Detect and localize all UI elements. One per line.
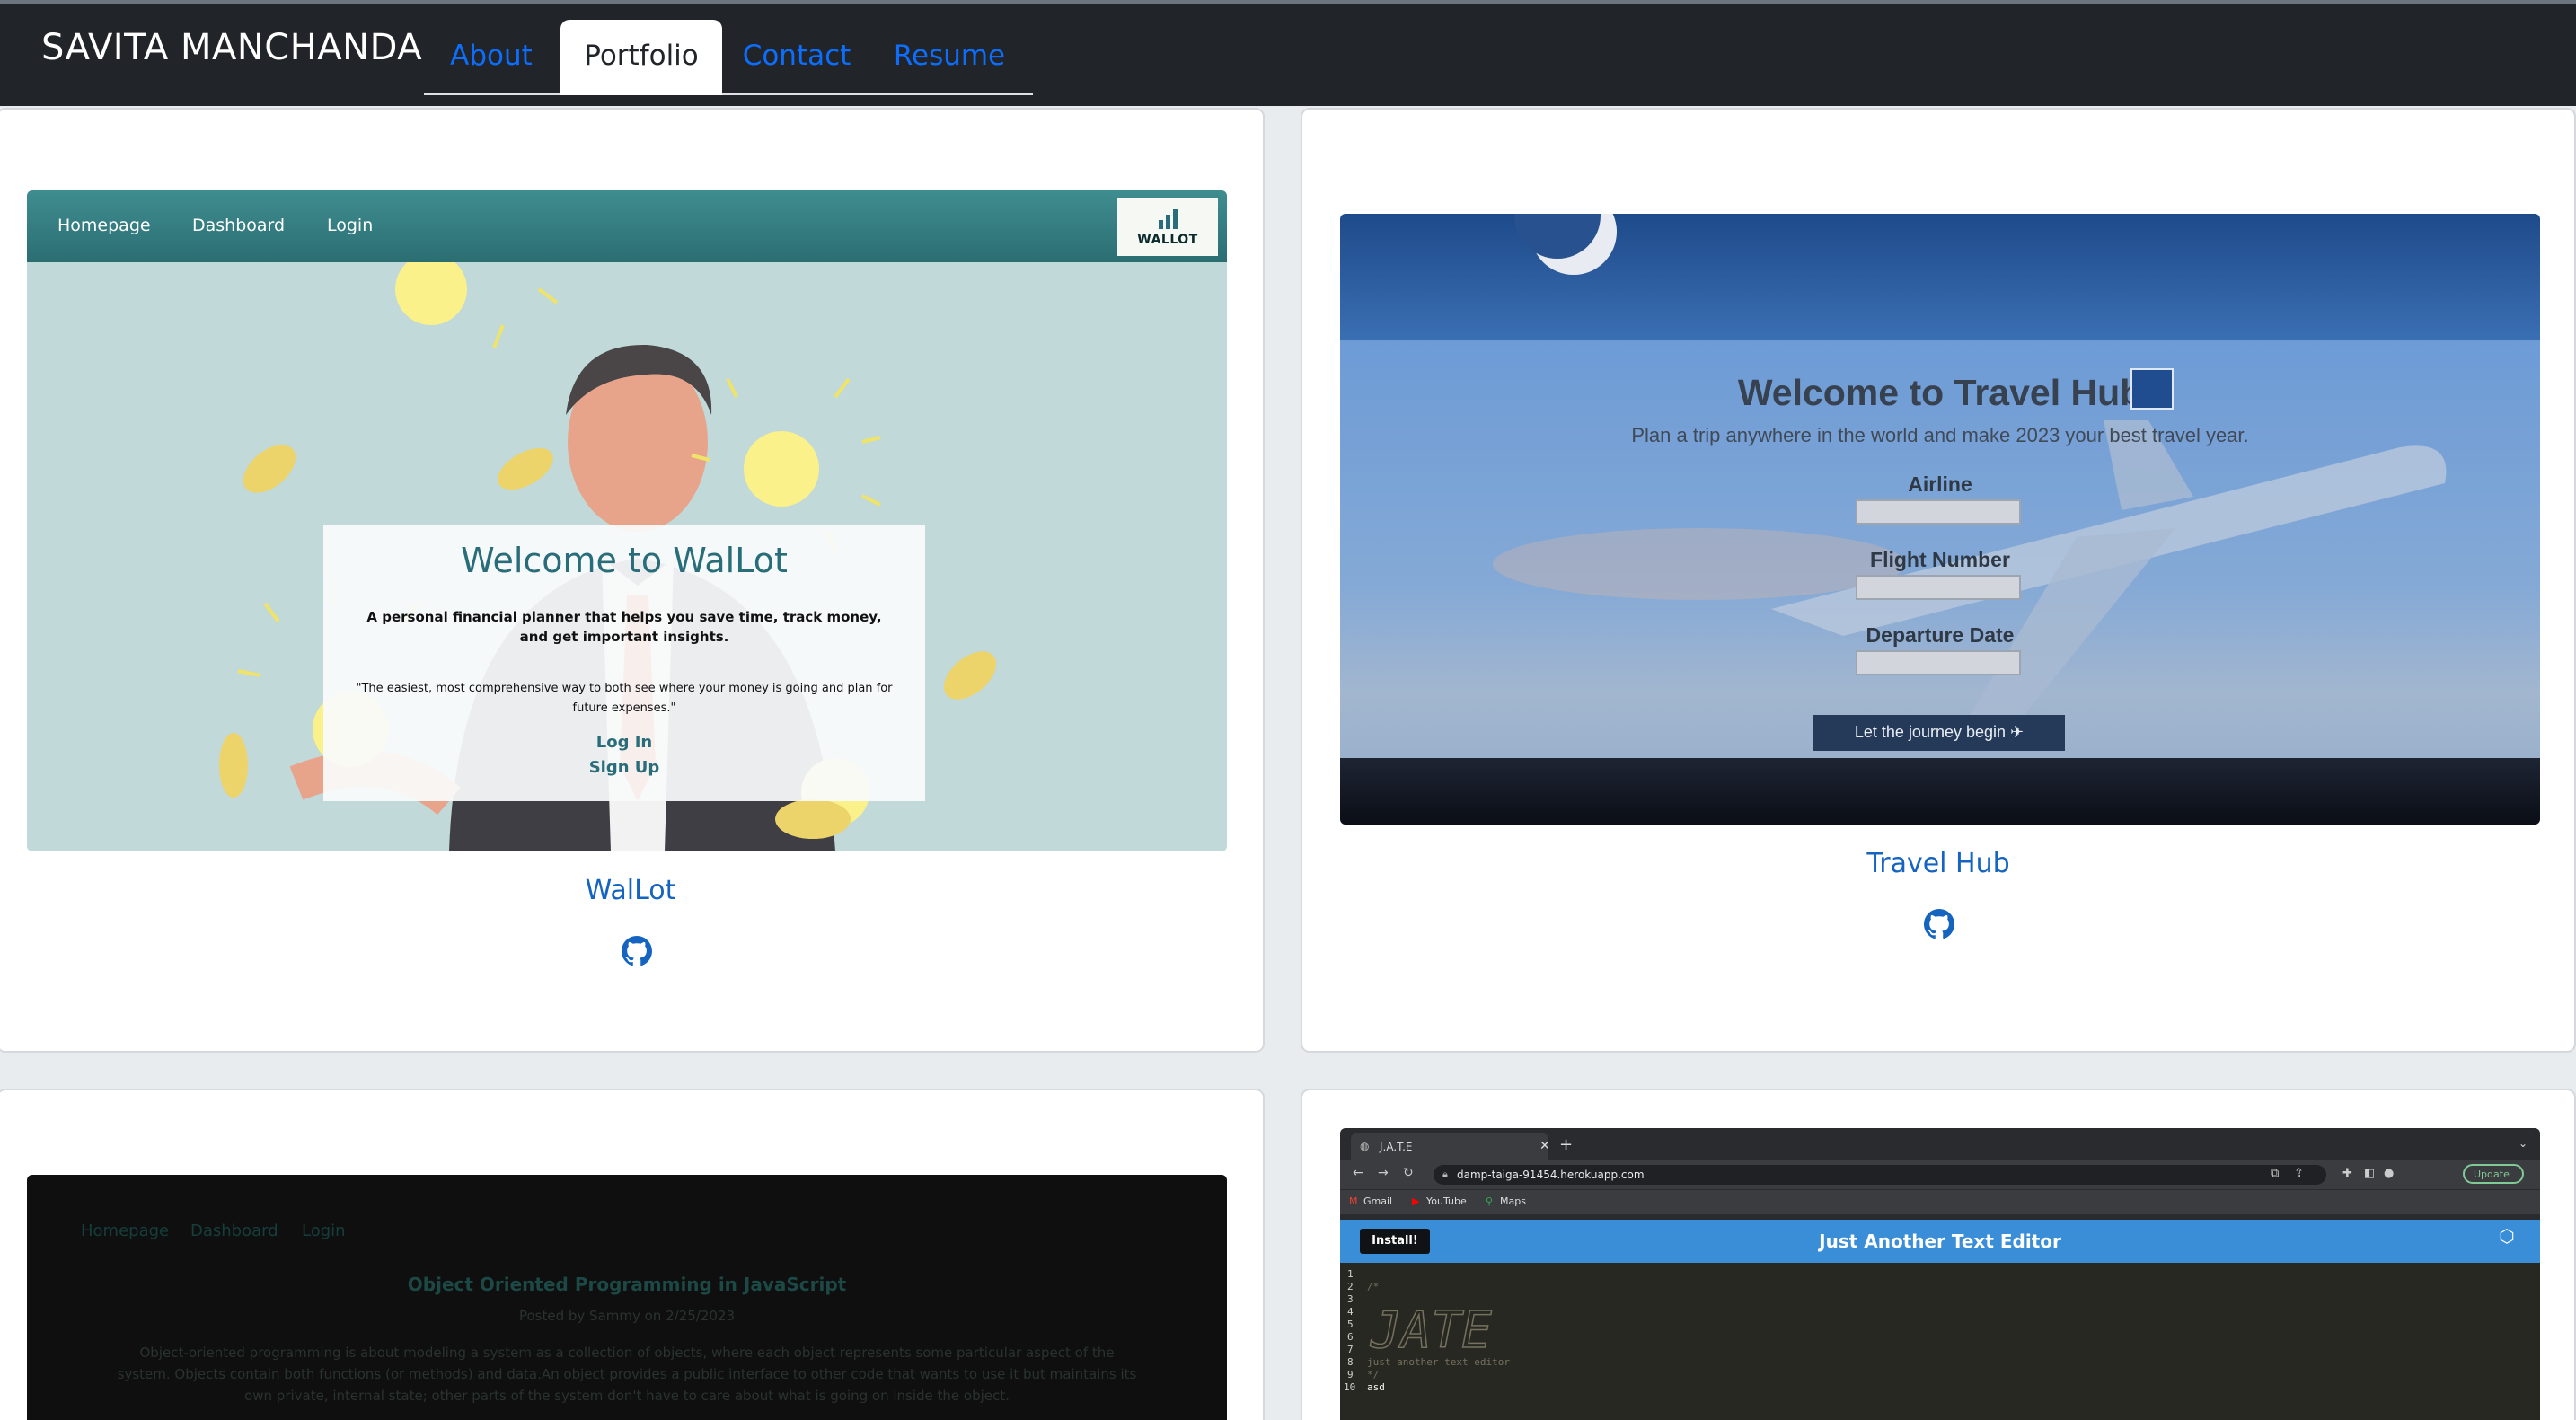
share-icon: ⇪	[2294, 1167, 2304, 1180]
wallot-heading: Welcome to WalLot	[461, 541, 788, 580]
site-header: SAVITA MANCHANDA About Portfolio Contact…	[0, 0, 2576, 106]
profile-icon: ●	[2384, 1167, 2395, 1180]
line-number: 8	[1347, 1356, 1354, 1368]
jate-header: Install! Just Another Text Editor ⬡	[1340, 1220, 2540, 1263]
blog-nav-login: Login	[302, 1222, 346, 1240]
airline-label: Airline	[1908, 472, 1972, 496]
jate-title: Just Another Text Editor	[1819, 1230, 2061, 1252]
departure-date-label: Departure Date	[1866, 623, 2015, 647]
bookmark-maps: Maps	[1500, 1195, 1526, 1207]
line-number: 9	[1347, 1369, 1354, 1380]
line-number: 2	[1347, 1281, 1354, 1292]
open-external-icon: ⧉	[2271, 1167, 2280, 1180]
tab-resume[interactable]: Resume	[877, 20, 1022, 95]
line-number: 7	[1347, 1344, 1354, 1355]
wallot-signup-link: Sign Up	[588, 758, 660, 777]
browser-tab-title: J.A.T.E	[1380, 1141, 1413, 1153]
flight-number-input	[1856, 575, 2021, 600]
bookmarks-bar: M Gmail ▶ YouTube ⚲ Maps	[1340, 1189, 2540, 1214]
lock-icon: 🔒︎	[1442, 1169, 1448, 1180]
moon	[1514, 214, 1617, 275]
close-icon: ✕	[1539, 1139, 1550, 1153]
github-icon[interactable]	[1924, 909, 1954, 939]
blog-nav-dashboard: Dashboard	[190, 1222, 278, 1240]
code-line: just another text editor	[1367, 1356, 1510, 1368]
blog-post-body: Object-oriented programming is about mod…	[117, 1345, 1137, 1404]
wallot-login-link: Log In	[595, 733, 653, 752]
code-editor: 1 2 3 4 5 6 7 8 9 10 /* JATE just anothe…	[1340, 1263, 2540, 1420]
project-card-travel-hub: Welcome to Travel Hub Plan a trip anywhe…	[1301, 108, 2576, 1053]
line-number: 10	[1344, 1381, 1356, 1393]
wallot-logo: WALLOT	[1117, 198, 1218, 256]
browser-toolbar: ← → ↻ 🔒︎ damp-taiga-91454.herokuapp.com …	[1340, 1160, 2540, 1189]
reload-icon: ↻	[1403, 1166, 1414, 1180]
line-number: 4	[1347, 1306, 1354, 1318]
travel-heading: Welcome to Travel Hub	[1737, 372, 2143, 413]
maps-icon: ⚲	[1486, 1195, 1494, 1207]
line-number: 5	[1347, 1319, 1354, 1330]
line-number: 3	[1347, 1293, 1354, 1305]
code-line: /*	[1367, 1281, 1380, 1292]
line-number: 6	[1347, 1331, 1354, 1343]
svg-text:JATE: JATE	[1370, 1302, 1492, 1356]
address-bar-url: damp-taiga-91454.herokuapp.com	[1457, 1169, 1645, 1181]
code-line: asd	[1367, 1381, 1385, 1393]
forward-icon: →	[1378, 1166, 1389, 1180]
browser-window: ◍ J.A.T.E ✕ + ⌄ ← → ↻ 🔒︎ damp-taiga-9145…	[1340, 1128, 2540, 1420]
browser-tab: ◍ J.A.T.E ✕	[1351, 1133, 1550, 1160]
bookmark-gmail: Gmail	[1363, 1195, 1393, 1207]
departure-date-input	[1856, 650, 2021, 675]
airline-input	[1856, 499, 2021, 525]
wallot-nav-homepage: Homepage	[57, 216, 151, 235]
blog-post-title: Object Oriented Programming in JavaScrip…	[407, 1274, 847, 1295]
back-icon: ←	[1353, 1166, 1363, 1180]
wallot-logo-text: WALLOT	[1137, 233, 1198, 247]
wallot-welcome-panel: Welcome to WalLot A personal financial p…	[323, 525, 925, 801]
line-number: 1	[1347, 1268, 1354, 1280]
github-icon[interactable]	[622, 936, 652, 966]
wallot-nav-dashboard: Dashboard	[192, 216, 286, 235]
address-bar: 🔒︎ damp-taiga-91454.herokuapp.com	[1434, 1165, 2326, 1185]
update-label: Update	[2474, 1169, 2510, 1180]
wallot-nav-login: Login	[327, 216, 374, 235]
code-line: */	[1367, 1369, 1380, 1380]
project-card-wallot: Welcome to WalLot A personal financial p…	[0, 108, 1265, 1053]
extensions-icon: ✚	[2342, 1167, 2352, 1180]
blog-post-meta: Posted by Sammy on 2/25/2023	[518, 1308, 735, 1324]
tab-portfolio[interactable]: Portfolio	[560, 20, 722, 95]
wallot-hero: Welcome to WalLot A personal financial p…	[27, 262, 1227, 851]
project-screenshot-travel-hub[interactable]: Welcome to Travel Hub Plan a trip anywhe…	[1340, 214, 2540, 825]
youtube-icon: ▶	[1412, 1195, 1420, 1207]
wallot-subheading: A personal financial planner that helps …	[366, 609, 882, 645]
bookmark-youtube: YouTube	[1426, 1195, 1467, 1207]
project-screenshot-jate[interactable]: ◍ J.A.T.E ✕ + ⌄ ← → ↻ 🔒︎ damp-taiga-9145…	[1340, 1128, 2540, 1420]
wallot-quote: "The easiest, most comprehensive way to …	[356, 682, 893, 715]
chevron-down-icon: ⌄	[2518, 1137, 2527, 1150]
tab-contact[interactable]: Contact	[729, 20, 864, 95]
update-button: Update	[2463, 1164, 2524, 1184]
travel-footer-clouds	[1340, 758, 2540, 825]
tab-about[interactable]: About	[424, 20, 559, 95]
sidebar-icon: ◧	[2364, 1167, 2376, 1180]
main-nav: About Portfolio Contact Resume	[424, 20, 1033, 95]
site-brand[interactable]: SAVITA MANCHANDA	[41, 27, 422, 68]
ascii-art-logo: JATE	[1369, 1302, 1493, 1356]
bar-chart-icon	[1159, 209, 1178, 229]
flight-number-label: Flight Number	[1870, 548, 2010, 571]
gmail-icon: M	[1349, 1195, 1358, 1207]
project-card-tech-blog: Homepage Dashboard Login Object Oriented…	[0, 1089, 1265, 1420]
globe-icon: ◍	[1360, 1140, 1370, 1152]
jate-logo-icon: ⬡	[2499, 1225, 2515, 1247]
plus-icon: +	[1559, 1135, 1574, 1154]
project-card-jate: ◍ J.A.T.E ✕ + ⌄ ← → ↻ 🔒︎ damp-taiga-9145…	[1301, 1089, 2576, 1420]
travel-logo	[2130, 368, 2174, 410]
project-title-travel-hub[interactable]: Travel Hub	[1302, 848, 2574, 879]
travel-tagline: Plan a trip anywhere in the world and ma…	[1631, 424, 2249, 446]
wallot-navbar: Homepage Dashboard Login WALLOT	[27, 190, 1227, 262]
project-title-wallot[interactable]: WalLot	[0, 875, 1263, 906]
project-screenshot-wallot[interactable]: Welcome to WalLot A personal financial p…	[27, 190, 1227, 851]
project-screenshot-tech-blog[interactable]: Homepage Dashboard Login Object Oriented…	[27, 1175, 1227, 1420]
journey-button: Let the journey begin ✈	[1813, 715, 2065, 751]
blog-nav-homepage: Homepage	[81, 1222, 170, 1240]
